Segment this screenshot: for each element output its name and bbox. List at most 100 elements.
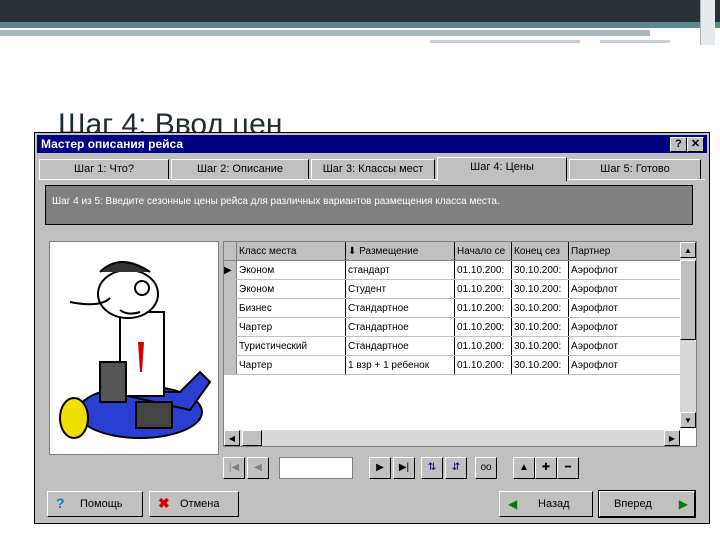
col-header[interactable]: Конец сез (511, 242, 569, 261)
tab-step3[interactable]: Шаг 3: Классы мест (311, 159, 435, 179)
row-selector[interactable] (224, 298, 237, 318)
col-header[interactable]: Партнер (568, 242, 686, 261)
scroll-right-icon[interactable]: ▶ (664, 430, 680, 446)
cell[interactable]: Стандартное (345, 317, 455, 337)
move-up-icon[interactable]: ▲ (513, 457, 535, 479)
vertical-scrollbar[interactable]: ▲ ▼ (680, 242, 696, 428)
table-row[interactable]: Чартер Стандартное 01.10.200: 30.10.200:… (224, 317, 686, 337)
delete-record-icon[interactable]: ━ (557, 457, 579, 479)
tab-step2[interactable]: Шаг 2: Описание (171, 159, 309, 179)
cell[interactable]: 01.10.200: (454, 279, 512, 299)
back-arrow-icon: ◀ (508, 497, 518, 511)
businessman-plane-illustration (49, 241, 219, 455)
tab-label: Шаг 3: Классы мест (322, 163, 424, 175)
tab-label: Шаг 1: Что? (74, 163, 134, 175)
tab-step1[interactable]: Шаг 1: Что? (39, 159, 169, 179)
slide-decor-block (700, 0, 715, 45)
col-header[interactable]: Класс места (236, 242, 346, 261)
last-record-icon[interactable]: ▶| (393, 457, 415, 479)
cell[interactable]: Эконом (236, 260, 346, 280)
cell[interactable]: 30.10.200: (511, 355, 569, 375)
cell[interactable]: Стандартное (345, 298, 455, 318)
cell[interactable]: Стандартное (345, 336, 455, 356)
slide-decor-line (0, 30, 650, 36)
sort-ascending-icon[interactable]: ⇅ (421, 457, 443, 479)
tab-step5[interactable]: Шаг 5: Готово (569, 159, 701, 179)
cell[interactable]: 01.10.200: (454, 317, 512, 337)
back-button-label: Назад (538, 498, 570, 510)
cell[interactable]: Эконом (236, 279, 346, 299)
cell[interactable]: Аэрофлот (568, 317, 686, 337)
horizontal-scrollbar[interactable]: ◀ ▶ (224, 430, 680, 446)
table-row[interactable]: Эконом Студент 01.10.200: 30.10.200: Аэр… (224, 279, 686, 299)
cell[interactable]: 30.10.200: (511, 279, 569, 299)
tab-label: Шаг 2: Описание (196, 163, 284, 175)
add-record-icon[interactable]: ✚ (535, 457, 557, 479)
cross-icon: ✖ (158, 495, 170, 511)
cell[interactable]: 01.10.200: (454, 260, 512, 280)
col-header[interactable]: ⬇ Размещение (345, 242, 455, 261)
next-button[interactable]: Вперед ▶ (598, 490, 696, 518)
cell[interactable]: Аэрофлот (568, 279, 686, 299)
scroll-left-icon[interactable]: ◀ (224, 430, 240, 446)
table-row[interactable]: Туристический Стандартное 01.10.200: 30.… (224, 336, 686, 356)
cell[interactable]: Студент (345, 279, 455, 299)
grid-header-row: Класс места ⬇ Размещение Начало се Конец… (224, 242, 686, 261)
tab-strip: Шаг 1: Что? Шаг 2: Описание Шаг 3: Класс… (39, 157, 705, 181)
slide-decor-line (600, 40, 670, 43)
table-row[interactable]: Бизнес Стандартное 01.10.200: 30.10.200:… (224, 298, 686, 318)
title-bar: Мастер описания рейса ? ✕ (37, 135, 707, 153)
tab-label: Шаг 5: Готово (600, 163, 670, 175)
back-button[interactable]: ◀ Назад (499, 491, 593, 517)
flight-wizard-dialog: Мастер описания рейса ? ✕ Шаг 1: Что? Ша… (34, 132, 710, 524)
cell[interactable]: 30.10.200: (511, 336, 569, 356)
cell[interactable]: Аэрофлот (568, 355, 686, 375)
first-record-icon[interactable]: |◀ (223, 457, 245, 479)
cell[interactable]: 01.10.200: (454, 336, 512, 356)
next-record-icon[interactable]: ▶ (369, 457, 391, 479)
row-selector-header (224, 242, 237, 261)
cell[interactable]: Аэрофлот (568, 298, 686, 318)
slide-accent-bar (0, 22, 720, 28)
record-number-input[interactable] (279, 457, 353, 479)
cell[interactable]: Аэрофлот (568, 336, 686, 356)
help-title-button[interactable]: ? (670, 137, 687, 152)
row-selector[interactable] (224, 355, 237, 375)
scroll-thumb[interactable] (242, 430, 262, 446)
cell[interactable]: Аэрофлот (568, 260, 686, 280)
tab-step4[interactable]: Шаг 4: Цены (437, 157, 567, 181)
row-selector[interactable] (224, 317, 237, 337)
scroll-up-icon[interactable]: ▲ (680, 242, 696, 258)
scroll-thumb[interactable] (680, 260, 696, 340)
cell[interactable]: 1 взр + 1 ребенок (345, 355, 455, 375)
cell[interactable]: стандарт (345, 260, 455, 280)
cell[interactable]: Туристический (236, 336, 346, 356)
col-header[interactable]: Начало се (454, 242, 512, 261)
scroll-down-icon[interactable]: ▼ (680, 412, 696, 428)
instructions-text: Шаг 4 из 5: Введите сезонные цены рейса … (52, 196, 500, 207)
cell[interactable]: Чартер (236, 355, 346, 375)
cancel-button[interactable]: ✖ Отмена (149, 491, 239, 517)
cell[interactable]: 01.10.200: (454, 355, 512, 375)
cell[interactable]: Бизнес (236, 298, 346, 318)
cell[interactable]: Чартер (236, 317, 346, 337)
prev-record-icon[interactable]: ◀ (247, 457, 269, 479)
cell[interactable]: 01.10.200: (454, 298, 512, 318)
row-selector[interactable] (224, 336, 237, 356)
cell[interactable]: 30.10.200: (511, 298, 569, 318)
prices-grid: Класс места ⬇ Размещение Начало се Конец… (223, 241, 697, 447)
cell[interactable]: 30.10.200: (511, 317, 569, 337)
sort-descending-icon[interactable]: ⇵ (445, 457, 467, 479)
cancel-button-label: Отмена (180, 498, 220, 510)
slide-decor-line (430, 40, 580, 43)
close-button[interactable]: ✕ (687, 137, 704, 152)
cell[interactable]: 30.10.200: (511, 260, 569, 280)
instructions-box: Шаг 4 из 5: Введите сезонные цены рейса … (45, 185, 693, 225)
glasses-search-icon[interactable]: oo (475, 457, 497, 479)
row-selector[interactable]: ▶ (224, 260, 237, 280)
table-row[interactable]: ▶ Эконом стандарт 01.10.200: 30.10.200: … (224, 260, 686, 280)
next-arrow-icon: ▶ (678, 497, 688, 511)
table-row[interactable]: Чартер 1 взр + 1 ребенок 01.10.200: 30.1… (224, 355, 686, 375)
help-button[interactable]: ? Помощь (47, 491, 143, 517)
row-selector[interactable] (224, 279, 237, 299)
